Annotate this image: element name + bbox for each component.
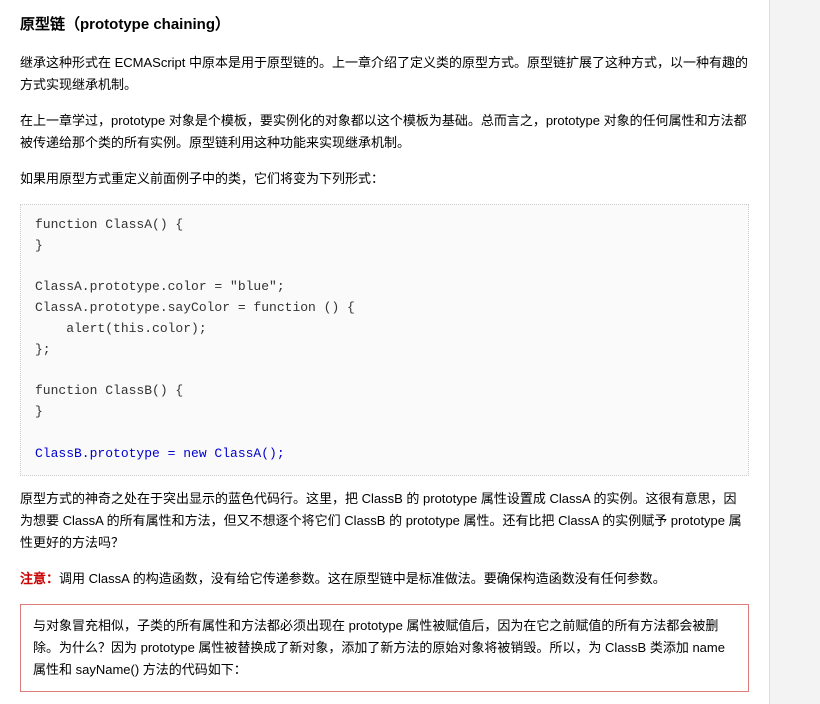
code-line: } [35, 238, 43, 253]
code-line: function ClassA() { [35, 217, 183, 232]
code-line: ClassA.prototype.color = "blue"; [35, 279, 285, 294]
code-example: function ClassA() { } ClassA.prototype.c… [20, 204, 749, 476]
code-line: alert(this.color); [35, 321, 207, 336]
right-margin [770, 0, 820, 704]
code-line: ClassA.prototype.sayColor = function () … [35, 300, 355, 315]
note-paragraph: 注意：调用 ClassA 的构造函数，没有给它传递参数。这在原型链中是标准做法。… [20, 568, 749, 590]
code-line: } [35, 404, 43, 419]
paragraph-prototype-explain: 在上一章学过，prototype 对象是个模板，要实例化的对象都以这个模板为基础… [20, 110, 749, 154]
section-heading: 原型链（prototype chaining） [20, 12, 749, 38]
note-label: 注意： [20, 571, 59, 586]
paragraph-explanation: 原型方式的神奇之处在于突出显示的蓝色代码行。这里，把 ClassB 的 prot… [20, 488, 749, 554]
paragraph-intro: 继承这种形式在 ECMAScript 中原本是用于原型链的。上一章介绍了定义类的… [20, 52, 749, 96]
warning-box: 与对象冒充相似，子类的所有属性和方法都必须出现在 prototype 属性被赋值… [20, 604, 749, 692]
code-line: }; [35, 342, 51, 357]
note-text: 调用 ClassA 的构造函数，没有给它传递参数。这在原型链中是标准做法。要确保… [59, 571, 666, 586]
warning-text: 与对象冒充相似，子类的所有属性和方法都必须出现在 prototype 属性被赋值… [33, 618, 725, 677]
code-line-highlighted: ClassB.prototype = new ClassA(); [35, 446, 285, 461]
article-content: 原型链（prototype chaining） 继承这种形式在 ECMAScri… [0, 0, 770, 704]
code-line: function ClassB() { [35, 383, 183, 398]
paragraph-code-intro: 如果用原型方式重定义前面例子中的类，它们将变为下列形式： [20, 168, 749, 190]
